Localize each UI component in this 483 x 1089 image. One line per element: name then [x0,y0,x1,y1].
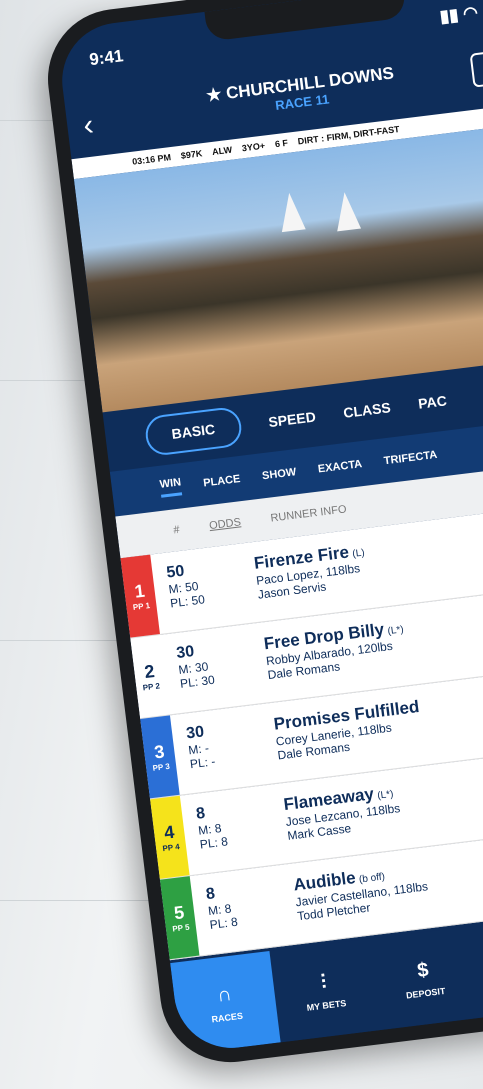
nav-races[interactable]: ∩ RACES [170,950,281,1055]
runner-info: Flameaway (L*) Jose Lezcano, 118lbs Mark C… [263,769,405,865]
distance: 6 F [274,137,289,150]
app-screen: 9:41 ▮▮ ◠ ▭ ‹ ★ CHURCHILL DOWNS RACE 11 … [55,0,483,1055]
horseshoe-icon: ∩ [215,982,233,1007]
pp-label: PP 3 [152,761,171,773]
tab-basic[interactable]: BASIC [143,405,244,458]
pp-label: PP 2 [142,681,161,693]
status-time: 9:41 [88,46,125,70]
col-num: # [172,523,181,537]
dollar-icon: $ [416,958,430,982]
nav-label: MY BETS [306,997,347,1013]
medication: (L*) [386,624,405,638]
pp-label: PP 4 [161,842,181,854]
phone-frame: 9:41 ▮▮ ◠ ▭ ‹ ★ CHURCHILL DOWNS RACE 11 … [40,0,483,1071]
pp-number: 3 [153,741,166,763]
runner-info: Audible (b off) Javier Castellano, 118lbs… [273,847,433,945]
tab-win[interactable]: WIN [159,476,183,498]
col-runner: RUNNER INFO [269,503,348,525]
medication: (L) [351,547,366,560]
medication: (L*) [376,788,395,802]
odds-cell: 8 M: 8 PL: 8 [180,786,273,876]
pp-label: PP 1 [132,601,151,613]
odds-cell: 50 M: 50 PL: 50 [150,544,243,634]
odds-cell: 30 M: 30 PL: 30 [160,625,253,715]
nav-deposit[interactable]: $ DEPOSIT [369,927,479,1031]
pp-label: PP 5 [171,922,191,934]
purse: $97K [180,148,203,161]
pp-number: 4 [163,821,176,843]
tab-pace[interactable]: PAC [417,392,447,411]
race-type: ALW [211,144,233,157]
col-odds[interactable]: ODDS [209,516,242,532]
tab-speed[interactable]: SPEED [268,408,317,430]
spire-left [277,191,306,233]
tab-class[interactable]: CLASS [342,399,391,421]
signal-wifi-battery-icon: ▮▮ ◠ ▭ [438,0,483,27]
nav-label: RACES [210,1010,244,1025]
runner-list: 1 PP 1 50 M: 50 PL: 50 Firenze Fire (L) Paco… [120,500,483,961]
tab-exacta[interactable]: EXACTA [317,458,363,475]
odds-cell: 30 M: - PL: - [170,705,263,795]
medication: (b off) [358,871,386,886]
runner-info: Firenze Fire (L) Paco Lopez, 118lbs Jason … [234,529,372,624]
tab-place[interactable]: PLACE [203,473,241,489]
tab-trifecta[interactable]: TRIFECTA [383,448,438,466]
odds-cell: 8 M: 8 PL: 8 [190,866,283,956]
pp-number: 1 [133,580,146,602]
nav-my-bets[interactable]: ⫶ MY BETS [269,939,379,1043]
tab-show[interactable]: SHOW [261,466,296,482]
age-restriction: 3YO+ [241,140,266,154]
spire-right [332,190,362,232]
pp-number: 2 [143,660,156,683]
tickets-icon: ⫶ [319,970,328,994]
nav-label: DEPOSIT [405,985,446,1001]
pp-number: 5 [172,902,186,924]
post-time: 03:16 PM [131,152,172,167]
